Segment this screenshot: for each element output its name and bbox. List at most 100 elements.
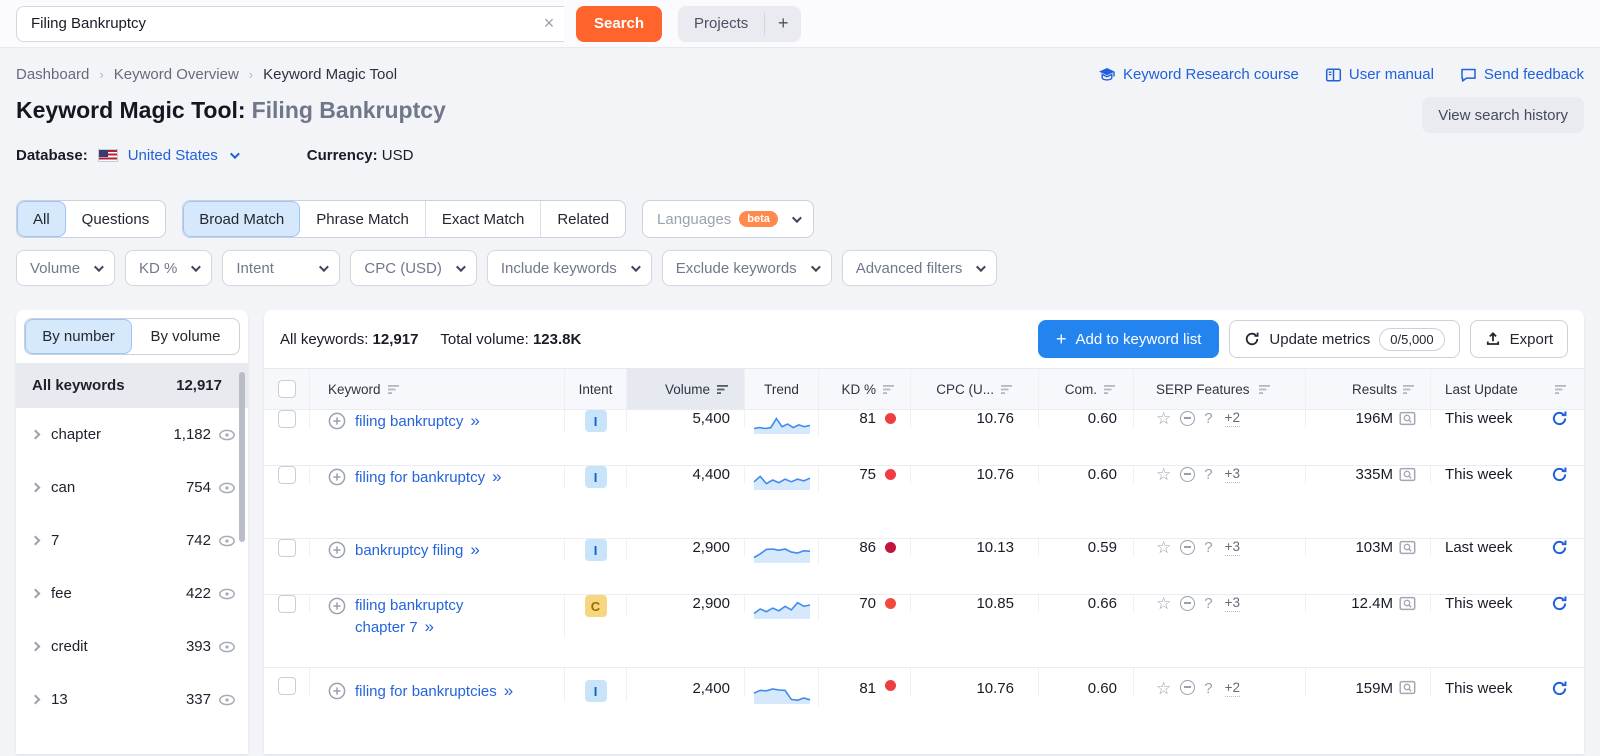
sitelinks-icon[interactable] xyxy=(1180,467,1196,482)
search-input[interactable] xyxy=(16,5,564,42)
tab-by-volume[interactable]: By volume xyxy=(132,319,239,354)
chevron-right-icon[interactable] xyxy=(30,429,41,440)
column-header-results[interactable]: Results xyxy=(1306,369,1431,409)
refresh-metrics-icon[interactable] xyxy=(1551,410,1568,427)
row-checkbox[interactable] xyxy=(277,539,296,557)
people-also-ask-icon[interactable]: ? xyxy=(1204,466,1212,483)
sort-icon[interactable] xyxy=(1555,384,1568,395)
serp-more-features[interactable]: +3 xyxy=(1224,595,1240,612)
refresh-metrics-icon[interactable] xyxy=(1551,595,1568,612)
eye-icon[interactable] xyxy=(218,640,236,654)
kd-filter[interactable]: KD % xyxy=(125,250,213,286)
column-header-serp-features[interactable]: SERP Features xyxy=(1134,369,1306,409)
add-project-button[interactable]: + xyxy=(765,13,801,34)
expand-keyword-icon[interactable]: » xyxy=(425,617,434,636)
group-chapter[interactable]: chapter 1,182 xyxy=(16,408,248,461)
add-keyword-icon[interactable] xyxy=(328,682,346,700)
people-also-ask-icon[interactable]: ? xyxy=(1204,595,1212,612)
featured-snippet-icon[interactable]: ☆ xyxy=(1156,466,1171,483)
serp-more-features[interactable]: +3 xyxy=(1224,466,1240,483)
serp-preview-icon[interactable] xyxy=(1399,596,1416,611)
group-fee[interactable]: fee 422 xyxy=(16,567,248,620)
expand-keyword-icon[interactable]: » xyxy=(492,467,501,486)
sort-icon[interactable] xyxy=(387,384,401,395)
search-button[interactable]: Search xyxy=(576,5,663,42)
intent-badge[interactable]: I xyxy=(584,539,607,561)
column-header-cpc[interactable]: CPC (U... xyxy=(911,369,1039,409)
serp-more-features[interactable]: +2 xyxy=(1224,410,1240,427)
people-also-ask-icon[interactable]: ? xyxy=(1204,539,1212,556)
chevron-right-icon[interactable] xyxy=(30,482,41,493)
keyword-link[interactable]: filing bankruptcy xyxy=(355,413,463,430)
group-can[interactable]: can 754 xyxy=(16,461,248,514)
add-keyword-icon[interactable] xyxy=(328,597,346,615)
all-keywords-group[interactable]: All keywords 12,917 xyxy=(16,363,248,408)
sort-icon[interactable] xyxy=(1001,384,1014,395)
tab-broad-match[interactable]: Broad Match xyxy=(183,201,301,237)
eye-icon[interactable] xyxy=(218,587,236,601)
people-also-ask-icon[interactable]: ? xyxy=(1204,680,1212,697)
column-header-kd[interactable]: KD % xyxy=(819,369,911,409)
sitelinks-icon[interactable] xyxy=(1180,540,1196,555)
eye-icon[interactable] xyxy=(218,428,236,442)
sort-icon[interactable] xyxy=(1104,384,1117,395)
intent-badge[interactable]: C xyxy=(584,595,607,617)
column-header-last-update[interactable]: Last Update xyxy=(1431,369,1584,409)
intent-badge[interactable]: I xyxy=(584,680,607,702)
chevron-down-icon[interactable] xyxy=(229,149,240,160)
breadcrumb-keyword-overview[interactable]: Keyword Overview xyxy=(114,66,239,83)
keyword-link[interactable]: filing bankruptcy chapter 7 xyxy=(355,597,463,636)
chevron-right-icon[interactable] xyxy=(30,694,41,705)
refresh-metrics-icon[interactable] xyxy=(1551,466,1568,483)
view-search-history-button[interactable]: View search history xyxy=(1422,97,1584,133)
featured-snippet-icon[interactable]: ☆ xyxy=(1156,680,1171,697)
column-header-intent[interactable]: Intent xyxy=(565,369,627,409)
clear-search-icon[interactable]: × xyxy=(534,13,564,34)
cpc-filter[interactable]: CPC (USD) xyxy=(350,250,477,286)
row-checkbox[interactable] xyxy=(277,595,296,613)
row-checkbox[interactable] xyxy=(277,466,296,484)
refresh-metrics-icon[interactable] xyxy=(1551,680,1568,697)
people-also-ask-icon[interactable]: ? xyxy=(1204,410,1212,427)
include-keywords-filter[interactable]: Include keywords xyxy=(486,250,652,286)
featured-snippet-icon[interactable]: ☆ xyxy=(1156,410,1171,427)
serp-more-features[interactable]: +2 xyxy=(1224,680,1240,697)
group-7[interactable]: 7 742 xyxy=(16,514,248,567)
sort-icon[interactable] xyxy=(1258,384,1272,395)
exclude-keywords-filter[interactable]: Exclude keywords xyxy=(661,250,832,286)
tab-all[interactable]: All xyxy=(17,201,66,237)
tab-questions[interactable]: Questions xyxy=(66,201,166,237)
row-checkbox[interactable] xyxy=(277,410,296,428)
chevron-right-icon[interactable] xyxy=(30,535,41,546)
keyword-link[interactable]: filing for bankruptcy xyxy=(355,469,485,486)
select-all-checkbox[interactable] xyxy=(277,380,296,398)
add-keyword-icon[interactable] xyxy=(328,412,346,430)
eye-icon[interactable] xyxy=(218,693,236,707)
tab-related[interactable]: Related xyxy=(541,201,625,237)
languages-dropdown[interactable]: Languages beta xyxy=(642,200,814,238)
group-credit[interactable]: credit 393 xyxy=(16,620,248,673)
intent-filter[interactable]: Intent xyxy=(222,250,341,286)
chevron-right-icon[interactable] xyxy=(30,588,41,599)
column-header-com[interactable]: Com. xyxy=(1039,369,1134,409)
sitelinks-icon[interactable] xyxy=(1180,596,1196,611)
send-feedback-link[interactable]: Send feedback xyxy=(1460,66,1584,83)
sidebar-scrollbar[interactable] xyxy=(239,372,245,542)
eye-icon[interactable] xyxy=(218,534,236,548)
add-keyword-icon[interactable] xyxy=(328,468,346,486)
tab-exact-match[interactable]: Exact Match xyxy=(426,201,542,237)
serp-preview-icon[interactable] xyxy=(1399,411,1416,426)
keyword-link[interactable]: bankruptcy filing xyxy=(355,542,463,559)
row-checkbox[interactable] xyxy=(277,677,296,695)
projects-tab[interactable]: Projects xyxy=(678,15,764,32)
column-header-volume[interactable]: Volume xyxy=(627,369,745,409)
update-metrics-button[interactable]: Update metrics 0/5,000 xyxy=(1229,320,1460,358)
export-button[interactable]: Export xyxy=(1469,320,1568,358)
sitelinks-icon[interactable] xyxy=(1180,680,1196,695)
group-13[interactable]: 13 337 xyxy=(16,673,248,726)
sort-icon[interactable] xyxy=(717,384,730,395)
expand-keyword-icon[interactable]: » xyxy=(470,411,479,430)
keyword-link[interactable]: filing for bankruptcies xyxy=(355,683,497,700)
intent-badge[interactable]: I xyxy=(584,410,607,432)
chevron-right-icon[interactable] xyxy=(30,641,41,652)
